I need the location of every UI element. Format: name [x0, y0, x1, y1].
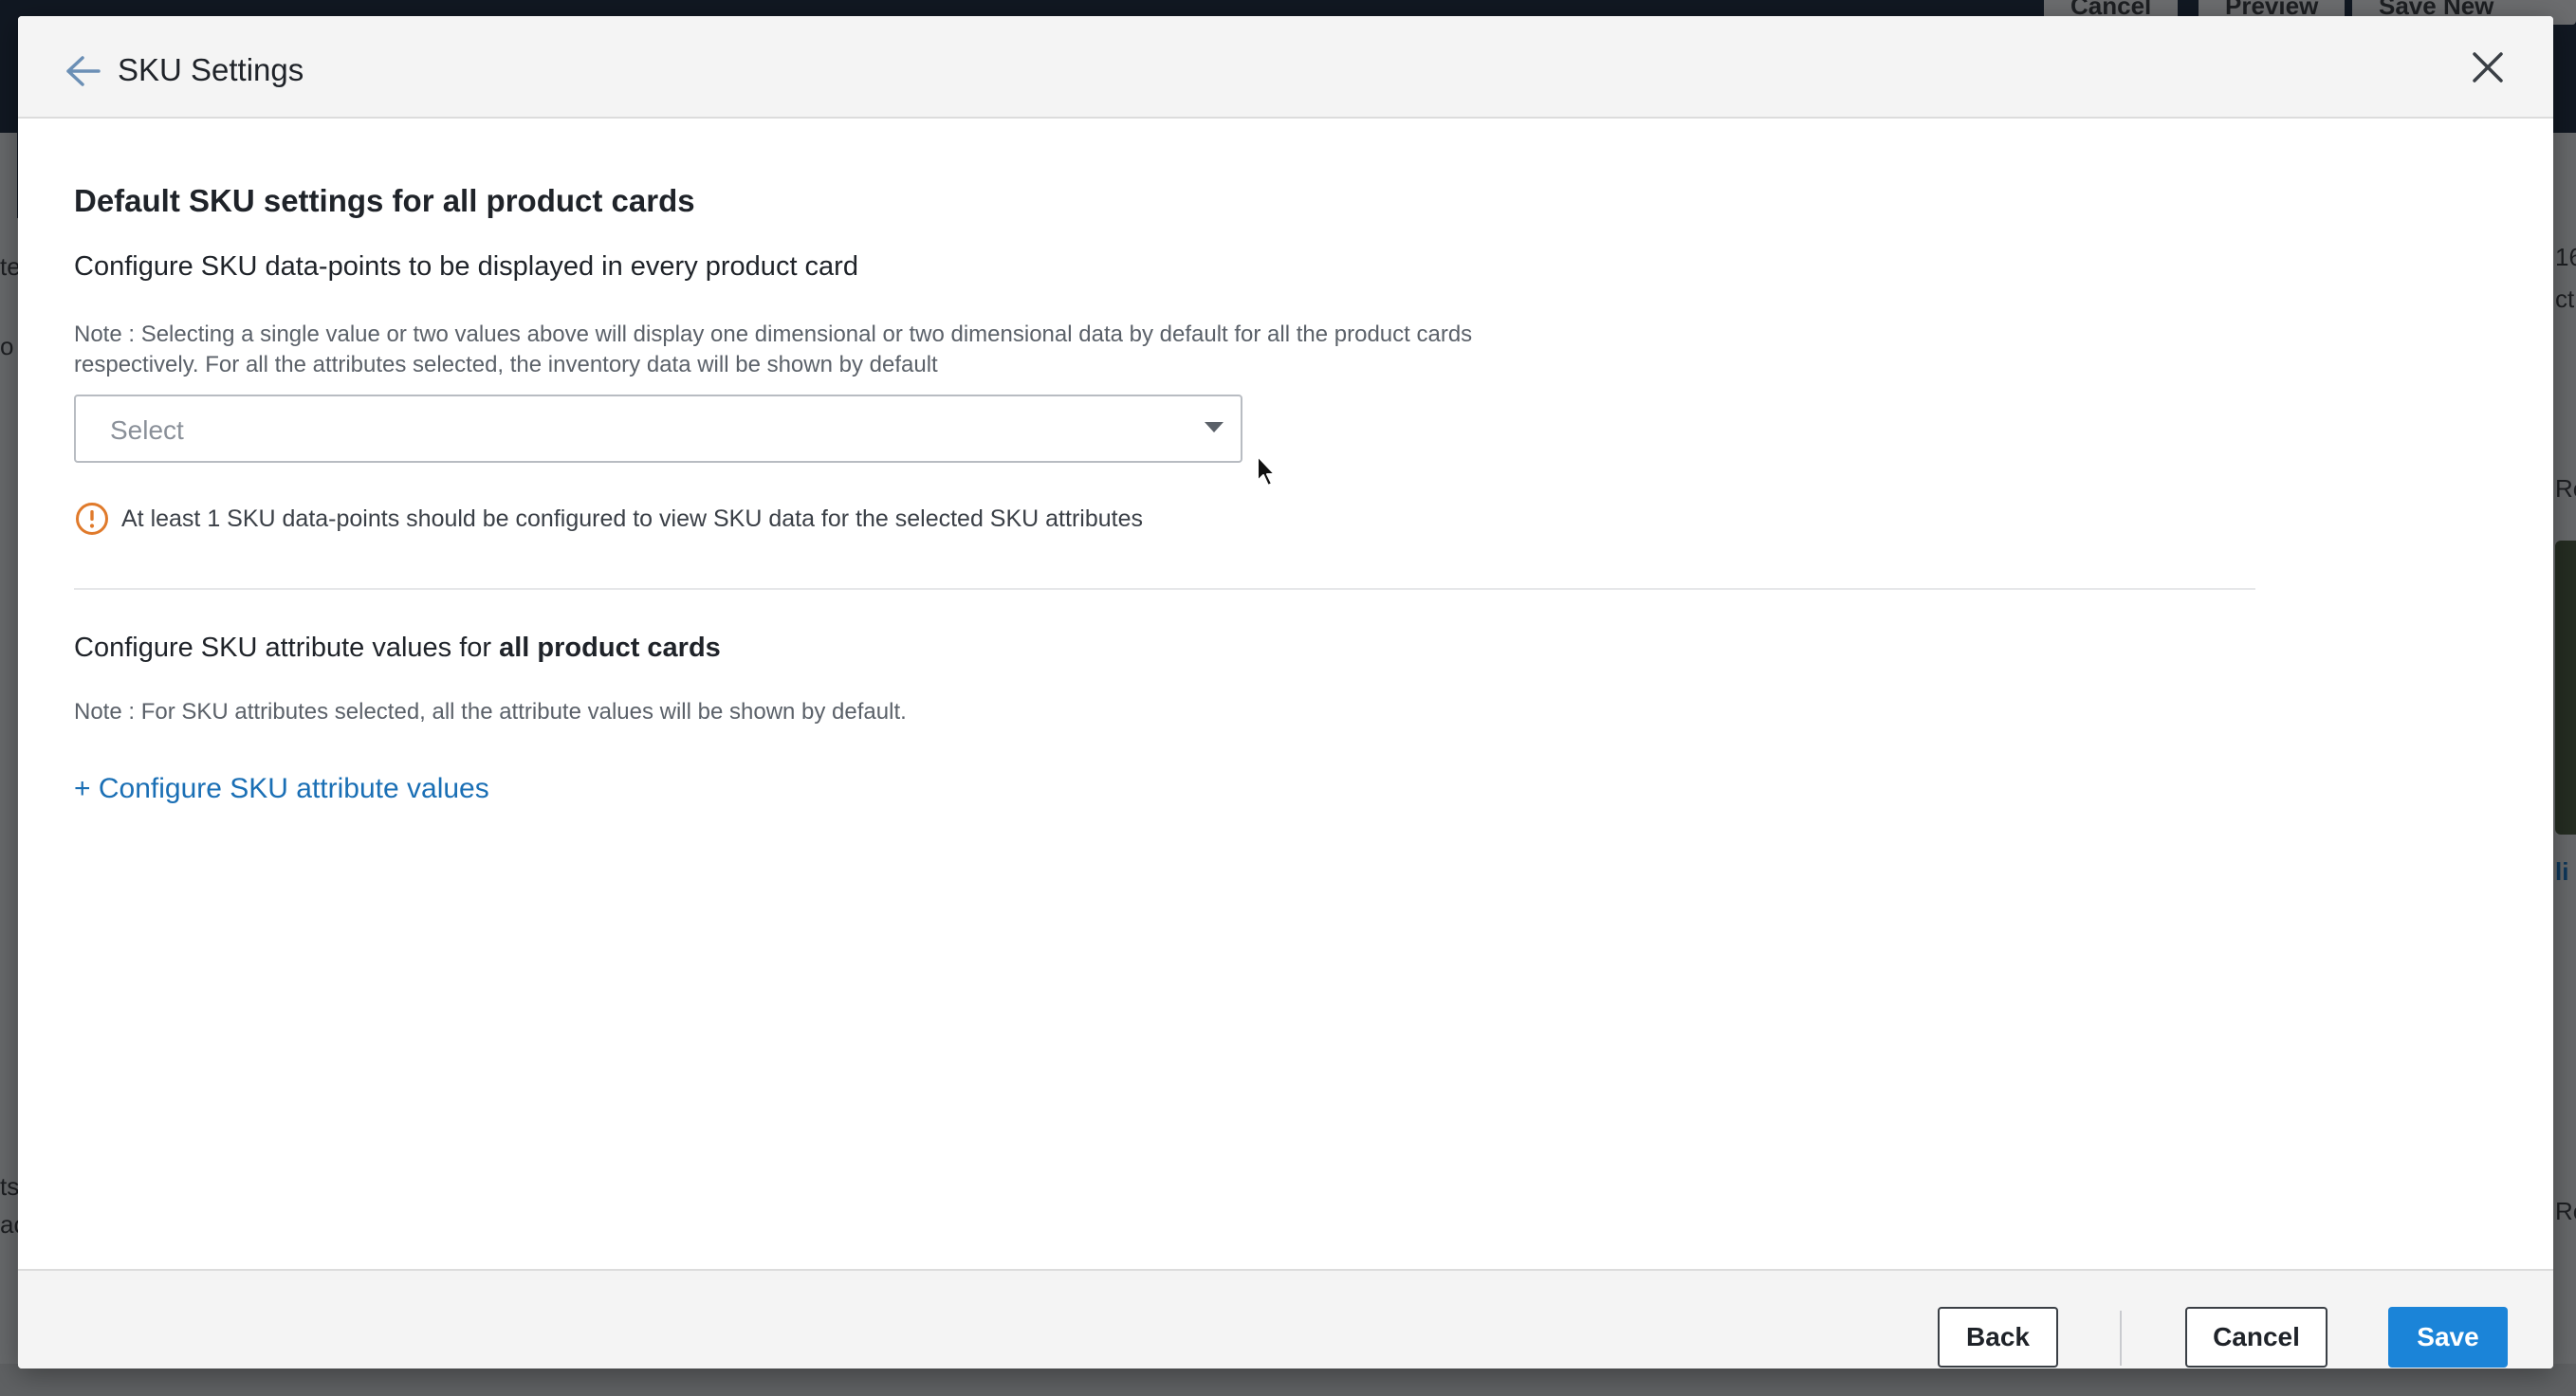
sku-settings-modal: SKU Settings Default SKU settings for al…	[18, 16, 2553, 1368]
footer-separator	[2120, 1311, 2122, 1366]
warning-icon	[76, 503, 108, 535]
modal-header: SKU Settings	[18, 16, 2553, 119]
section-divider	[74, 588, 2255, 590]
back-button[interactable]: Back	[1938, 1307, 2058, 1368]
select-placeholder: Select	[110, 415, 184, 445]
configure-sku-attribute-values-link[interactable]: + Configure SKU attribute values	[74, 773, 489, 805]
save-button[interactable]: Save	[2388, 1307, 2508, 1368]
cancel-button[interactable]: Cancel	[2185, 1307, 2328, 1368]
attribute-values-title-prefix: Configure SKU attribute values for	[74, 633, 500, 663]
mouse-cursor-icon	[1257, 455, 1276, 487]
data-points-note: Note : Selecting a single value or two v…	[74, 321, 1473, 377]
section-subtitle: Configure SKU data-points to be displaye…	[74, 251, 858, 282]
attribute-values-title: Configure SKU attribute values for all p…	[74, 633, 721, 664]
section-title: Default SKU settings for all product car…	[74, 183, 695, 218]
warning-message: At least 1 SKU data-points should be con…	[121, 505, 1143, 532]
caret-down-icon	[1205, 422, 1224, 432]
data-points-select[interactable]: Select	[74, 395, 1242, 463]
modal-footer: Back Cancel Save	[18, 1269, 2553, 1368]
modal-title: SKU Settings	[118, 52, 304, 87]
attribute-values-note: Note : For SKU attributes selected, all …	[74, 699, 907, 725]
attribute-values-title-bold: all product cards	[499, 633, 721, 663]
close-icon[interactable]	[2469, 48, 2507, 86]
back-arrow-icon[interactable]	[64, 54, 101, 88]
